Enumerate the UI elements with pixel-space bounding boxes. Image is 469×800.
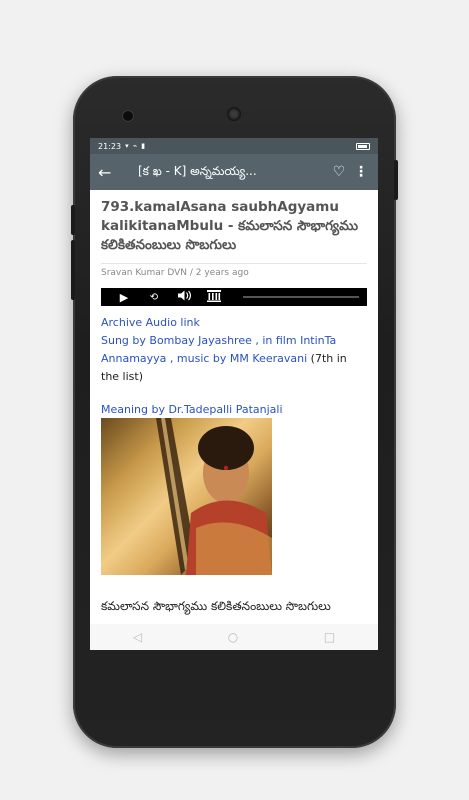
progress-track[interactable] — [243, 296, 359, 298]
app-bar: ← [క ఖ - K] అన్నమయ్య... ♡ ⋮ — [90, 154, 378, 190]
archive-icon[interactable] — [199, 289, 229, 305]
status-icons: ▾ ⌁ ▮ — [125, 142, 147, 150]
meaning-link[interactable]: Meaning by Dr.Tadepalli Patanjali — [101, 403, 283, 416]
post-title: 793.kamalAsana saubhAgyamu kalikitanaMbu… — [101, 199, 359, 253]
phone-side-button-left-2 — [71, 240, 75, 300]
more-vert-icon[interactable]: ⋮ — [352, 164, 370, 180]
audio-player: ▶ ⟲ — [101, 288, 367, 306]
divider — [101, 263, 367, 264]
heart-icon[interactable]: ♡ — [326, 164, 352, 180]
singer-image — [101, 418, 272, 575]
post-content: 793.kamalAsana saubhAgyamu kalikitanaMbu… — [90, 190, 378, 615]
page-title: [క ఖ - K] అన్నమయ్య... — [138, 163, 257, 178]
sung-by-link[interactable]: Sung by Bombay Jayashree , in film Intin… — [101, 334, 336, 365]
earpiece-speaker — [227, 107, 241, 121]
status-bar: 21:23 ▾ ⌁ ▮ — [90, 138, 378, 154]
meaning-section: Meaning by Dr.Tadepalli Patanjali — [101, 403, 367, 416]
play-icon[interactable]: ▶ — [109, 291, 139, 304]
front-camera — [122, 110, 134, 122]
nav-back-icon[interactable]: ◁ — [133, 630, 142, 644]
post-body: Archive Audio link Sung by Bombay Jayash… — [101, 314, 367, 386]
nav-recents-icon[interactable]: □ — [324, 630, 335, 644]
phone-side-button-right — [394, 160, 398, 200]
post-author-date: Sravan Kumar DVN / 2 years ago — [101, 268, 249, 278]
rewind-10-icon[interactable]: ⟲ — [139, 292, 169, 303]
nav-home-icon[interactable]: ○ — [228, 630, 238, 644]
system-nav-bar: ◁ ○ □ — [90, 624, 378, 650]
arrow-back-icon[interactable]: ← — [98, 163, 126, 182]
battery-icon — [356, 142, 370, 150]
archive-audio-link[interactable]: Archive Audio link — [101, 316, 200, 329]
lyrics-text: కమలాసన సౌభాగ్యము కలికితనంబులు సొబగులు — [101, 599, 331, 613]
volume-icon[interactable] — [169, 290, 199, 304]
status-time: 21:23 — [98, 141, 122, 151]
app-screen: 21:23 ▾ ⌁ ▮ ← [క ఖ - K] అన్నమయ్య... ♡ ⋮ … — [90, 138, 378, 650]
phone-side-button-left — [71, 205, 75, 235]
